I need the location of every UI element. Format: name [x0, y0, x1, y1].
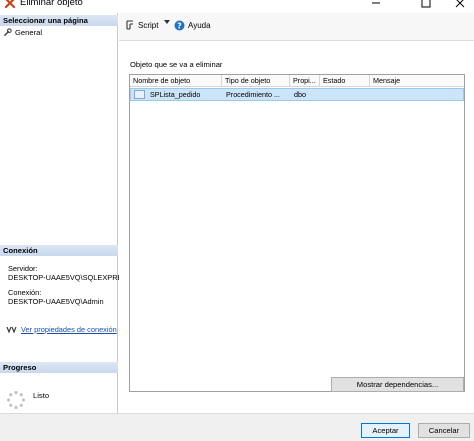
connection-icon — [6, 326, 17, 334]
grid-header: Nombre de objeto Tipo de objeto Propi...… — [130, 75, 464, 87]
page-item-general[interactable]: General — [3, 28, 42, 37]
progress-header: Progreso — [0, 362, 118, 373]
help-label: Ayuda — [188, 21, 211, 30]
object-name-cell: SPLista_pedido — [150, 90, 201, 99]
accept-button[interactable]: Aceptar — [361, 423, 410, 438]
progress-spinner-icon — [6, 390, 26, 410]
owner-cell: dbo — [294, 90, 306, 99]
chevron-down-icon — [164, 20, 170, 24]
objects-label: Objeto que se va a eliminar — [130, 60, 223, 69]
server-value: DESKTOP-UAAE5VQ\SQLEXPRE — [8, 273, 123, 282]
wrench-icon — [4, 28, 12, 36]
maximize-icon — [421, 0, 431, 8]
column-header[interactable]: Propi... — [290, 75, 320, 87]
cancel-button[interactable]: Cancelar — [418, 423, 470, 438]
column-header[interactable]: Nombre de objeto — [130, 75, 222, 87]
dialog-footer: Aceptar Cancelar — [0, 413, 474, 441]
message-cell — [371, 89, 465, 100]
column-header[interactable]: Mensaje — [370, 75, 464, 87]
left-panel: Seleccionar una página General Conexión … — [0, 13, 122, 441]
minimize-button[interactable] — [356, 0, 396, 10]
help-icon: ? — [174, 20, 185, 31]
close-icon — [455, 0, 465, 8]
row-selector[interactable] — [134, 90, 145, 99]
delete-icon — [4, 0, 16, 9]
column-header[interactable]: Tipo de objeto — [222, 75, 290, 87]
object-type-cell: Procedimiento ... — [226, 90, 280, 99]
status-cell — [321, 89, 371, 100]
script-label: Script — [138, 20, 159, 30]
connection-header: Conexión — [0, 245, 118, 256]
main-panel: Script ? Ayuda Objeto que se va a elimin… — [119, 13, 474, 441]
title-bar: Eliminar objeto — [0, 0, 474, 12]
script-icon — [126, 20, 133, 30]
window-title: Eliminar objeto — [20, 0, 83, 8]
connection-label: Conexión: — [8, 288, 42, 297]
connection-value: DESKTOP-UAAE5VQ\Admin — [8, 297, 104, 306]
table-row[interactable]: SPLista_pedido Procedimiento ... dbo — [130, 88, 464, 101]
connection-properties-link[interactable]: Ver propiedades de conexión — [6, 325, 117, 334]
svg-text:?: ? — [177, 21, 182, 30]
show-dependencies-button[interactable]: Mostrar dependencias... — [331, 377, 464, 392]
column-header[interactable]: Estado — [320, 75, 370, 87]
toolbar: Script ? Ayuda — [119, 13, 474, 41]
script-dropdown[interactable] — [164, 20, 170, 25]
server-label: Servidor: — [8, 264, 38, 273]
objects-grid[interactable]: Nombre de objeto Tipo de objeto Propi...… — [129, 74, 465, 392]
help-button[interactable]: ? Ayuda — [174, 20, 211, 31]
close-button[interactable] — [440, 0, 474, 10]
select-page-header: Seleccionar una página — [0, 15, 118, 26]
minimize-icon — [372, 2, 380, 4]
script-button[interactable]: Script — [125, 20, 158, 30]
page-item-label: General — [15, 28, 43, 37]
connection-properties-label: Ver propiedades de conexión — [21, 325, 117, 334]
progress-status: Listo — [33, 391, 50, 400]
